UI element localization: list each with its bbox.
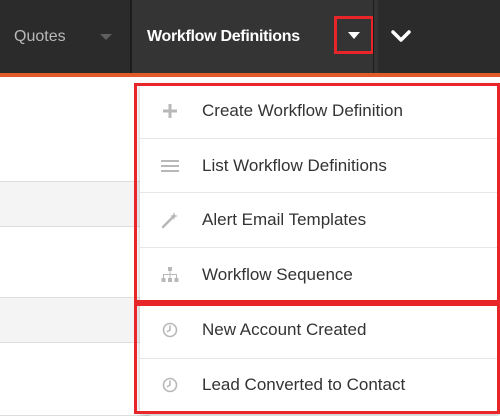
list-row xyxy=(0,181,150,226)
tab-quotes-label: Quotes xyxy=(14,27,66,45)
tab-workflow-definitions[interactable]: Workflow Definitions xyxy=(132,0,378,73)
nav-accent-line xyxy=(0,73,500,77)
caret-down-icon xyxy=(348,32,360,39)
chevron-down-icon xyxy=(391,30,411,42)
more-tabs-button[interactable] xyxy=(386,22,416,52)
list-row xyxy=(0,226,150,297)
workflow-definitions-dropdown-button[interactable] xyxy=(334,16,374,54)
menu-group-actions-highlight xyxy=(134,83,500,303)
menu-group-recent-highlight xyxy=(134,303,500,414)
list-row xyxy=(0,342,150,416)
tab-separator xyxy=(373,0,374,73)
top-nav-bar: Quotes Workflow Definitions xyxy=(0,0,500,77)
quotes-dropdown-caret-icon[interactable] xyxy=(100,34,112,40)
list-row xyxy=(0,297,150,342)
tab-workflow-definitions-label: Workflow Definitions xyxy=(147,28,300,45)
tab-quotes[interactable]: Quotes xyxy=(0,0,130,73)
